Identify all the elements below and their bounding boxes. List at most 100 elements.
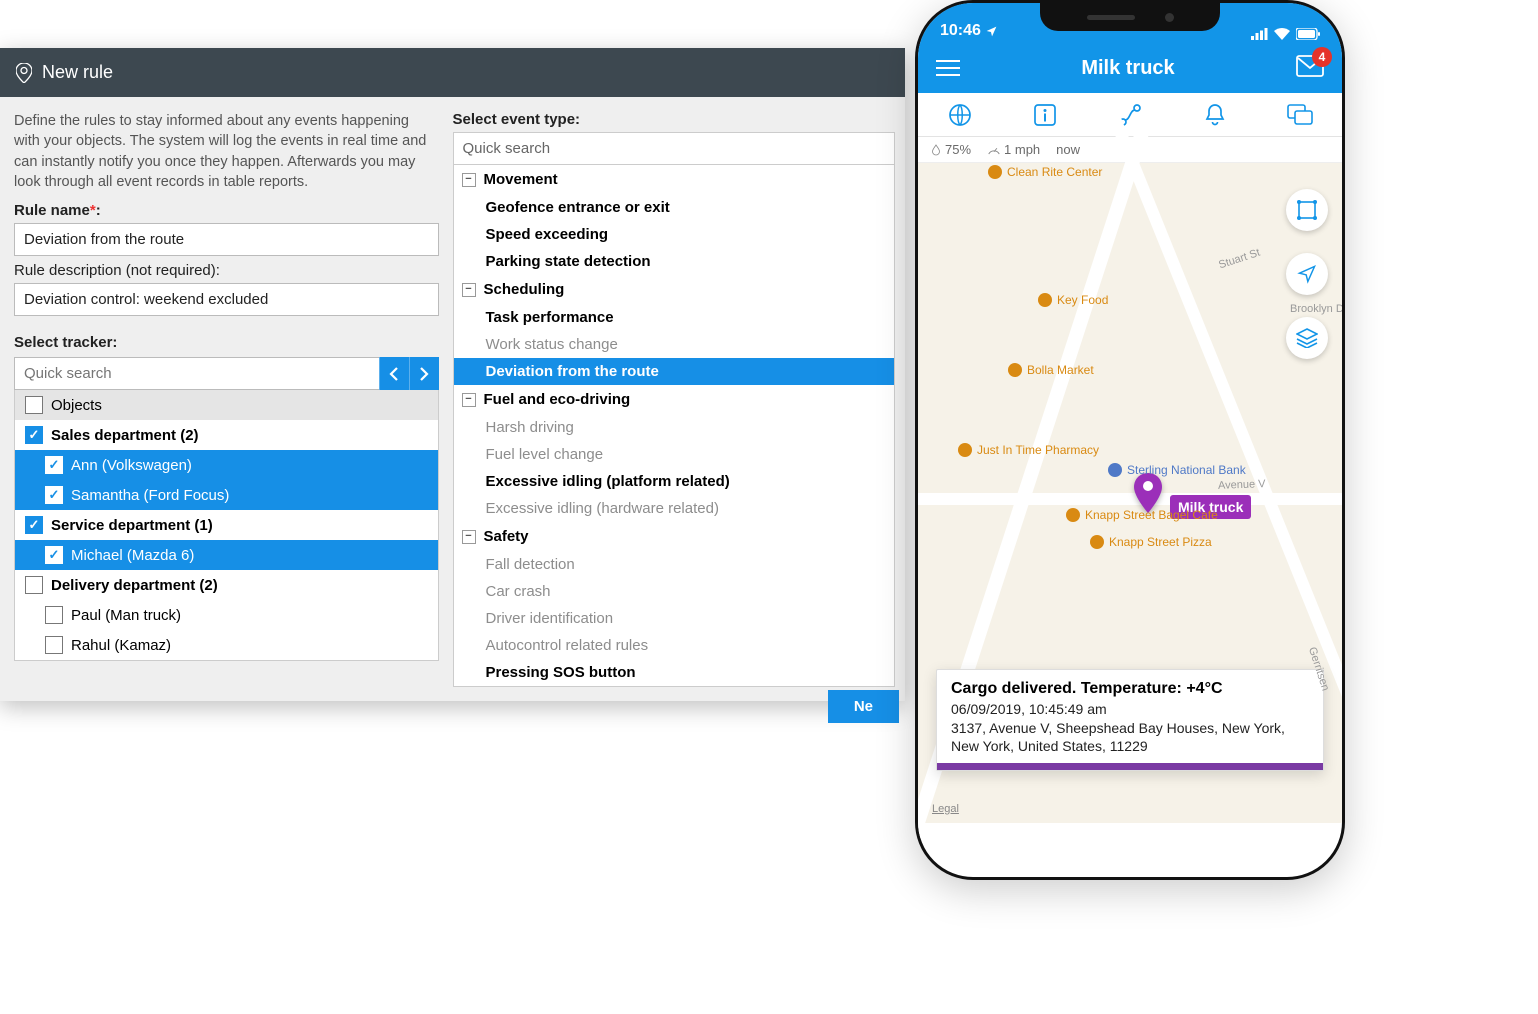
next-button[interactable]: Ne [828,690,899,723]
event-item[interactable]: Driver identification [454,605,895,632]
tracker-item[interactable]: Samantha (Ford Focus) [15,480,438,510]
tab-chat[interactable] [1257,93,1342,136]
event-item[interactable]: Autocontrol related rules [454,632,895,659]
road-label: Brooklyn Deve [1290,303,1345,315]
bounds-icon [1297,200,1317,220]
rule-name-label: Rule name*: [14,202,439,219]
tracker-prev-button[interactable] [379,357,409,390]
checkbox[interactable] [25,516,43,534]
tab-bar [918,93,1342,137]
inbox-badge: 4 [1312,47,1332,67]
new-rule-dialog: New rule Define the rules to stay inform… [0,48,905,701]
event-item[interactable]: Task performance [454,304,895,331]
event-item[interactable]: Harsh driving [454,414,895,441]
dialog-title: New rule [42,62,113,83]
event-item[interactable]: Geofence entrance or exit [454,194,895,221]
event-item[interactable]: Speed exceeding [454,221,895,248]
checkbox[interactable] [25,576,43,594]
event-group[interactable]: −Scheduling [454,275,895,304]
road-label: Avenue V [1218,478,1266,492]
status-time: 10:46 [940,22,981,40]
tab-info[interactable] [1003,93,1088,136]
collapse-icon[interactable]: − [462,393,476,407]
checkbox[interactable] [45,456,63,474]
checkbox[interactable] [25,396,43,414]
fab-locate[interactable] [1286,253,1328,295]
tracker-next-button[interactable] [409,357,439,390]
event-type-list: −MovementGeofence entrance or exitSpeed … [453,165,896,687]
map-poi: Key Food [1038,293,1108,307]
event-card[interactable]: Cargo delivered. Temperature: +4°C 06/09… [936,669,1324,771]
speed-icon [987,144,1001,156]
humidity-icon [930,144,942,156]
select-event-label: Select event type: [453,111,896,128]
tab-alerts[interactable] [1172,93,1257,136]
tracker-group[interactable]: Sales department (2) [15,420,438,450]
map-poi: Knapp Street Pizza [1090,535,1212,549]
tracker-item[interactable]: Rahul (Kamaz) [15,630,438,660]
event-group[interactable]: −Movement [454,165,895,194]
bell-icon [1204,103,1226,127]
tracker-header: Objects [15,390,438,420]
chevron-right-icon [419,367,429,381]
checkbox[interactable] [45,606,63,624]
tab-map[interactable] [918,93,1003,136]
map-poi: Knapp Street Bagel Cafe [1066,508,1218,522]
event-item[interactable]: Car crash [454,578,895,605]
event-address: 3137, Avenue V, Sheepshead Bay Houses, N… [951,719,1309,755]
map-poi: Sterling National Bank [1108,463,1246,477]
globe-icon [948,103,972,127]
collapse-icon[interactable]: − [462,173,476,187]
tracker-search-input[interactable] [14,357,379,390]
inbox-button[interactable]: 4 [1296,55,1324,82]
intro-text: Define the rules to stay informed about … [14,111,439,192]
road-label: Stuart St [1217,247,1261,272]
vehicle-marker[interactable] [1133,473,1163,513]
tracker-group[interactable]: Service department (1) [15,510,438,540]
locate-icon [1297,264,1317,284]
map-legal-link[interactable]: Legal [932,803,959,815]
tracker-item[interactable]: Ann (Volkswagen) [15,450,438,480]
checkbox[interactable] [25,426,43,444]
tracker-item[interactable]: Paul (Man truck) [15,600,438,630]
event-item[interactable]: Parking state detection [454,248,895,275]
event-item[interactable]: Pressing SOS button [454,659,895,686]
phone-notch [1040,3,1220,31]
event-item[interactable]: Fuel level change [454,441,895,468]
checkbox[interactable] [45,486,63,504]
collapse-icon[interactable]: − [462,283,476,297]
pin-icon [16,63,32,83]
phone-mockup: 10:46 Milk truck 4 75% 1 mph now [915,0,1345,880]
map-view[interactable]: Milk truck Cargo delivered. Temperature:… [918,163,1342,823]
checkbox[interactable] [45,546,63,564]
event-item[interactable]: Deviation from the route [454,358,895,385]
tracker-group[interactable]: Delivery department (2) [15,570,438,600]
select-tracker-label: Select tracker: [14,334,439,351]
location-arrow-icon [985,25,998,38]
tracker-item[interactable]: Michael (Mazda 6) [15,540,438,570]
rule-desc-input[interactable] [14,283,439,316]
event-item[interactable]: Work status change [454,331,895,358]
event-group[interactable]: −Safety [454,522,895,551]
signal-icon [1251,28,1268,40]
event-search-input[interactable]: Quick search [453,132,896,165]
app-title: Milk truck [1081,57,1174,80]
app-bar: Milk truck 4 [918,43,1342,93]
event-item[interactable]: Fall detection [454,551,895,578]
wifi-icon [1274,28,1290,40]
rule-name-input[interactable] [14,223,439,256]
event-item[interactable]: Excessive idling (hardware related) [454,495,895,522]
collapse-icon[interactable]: − [462,530,476,544]
menu-button[interactable] [936,60,960,76]
map-poi: Just In Time Pharmacy [958,443,1099,457]
layers-icon [1296,328,1318,348]
tracker-list: ObjectsSales department (2)Ann (Volkswag… [14,390,439,661]
fab-fit[interactable] [1286,189,1328,231]
event-group[interactable]: −Fuel and eco-driving [454,385,895,414]
fab-layers[interactable] [1286,317,1328,359]
chat-icon [1287,104,1313,126]
map-poi: Clean Rite Center [988,165,1102,179]
checkbox[interactable] [45,636,63,654]
event-item[interactable]: Excessive idling (platform related) [454,468,895,495]
event-timestamp: 06/09/2019, 10:45:49 am [951,701,1309,717]
